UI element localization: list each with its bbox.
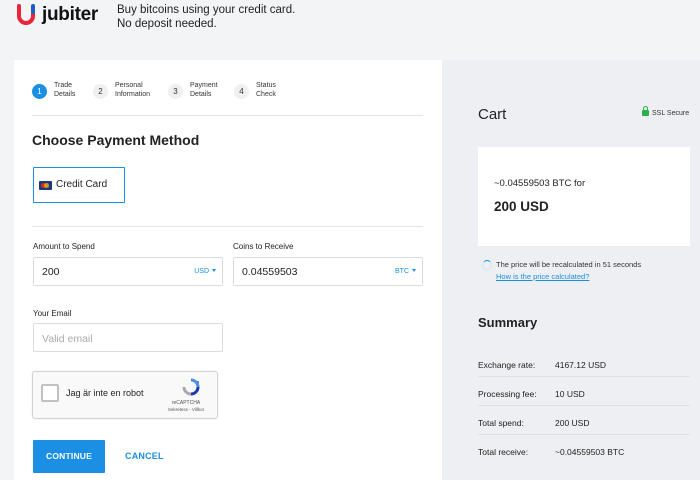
- step-indicator: 1 Trade Details 2 Personal Information 3…: [32, 82, 432, 112]
- tagline: Buy bitcoins using your credit card. No …: [117, 3, 295, 31]
- recaptcha-brand: reCAPTCHA: [171, 400, 201, 406]
- step-number: 4: [234, 84, 249, 99]
- ssl-label: SSL Secure: [652, 110, 690, 117]
- coins-value: 0.04559503: [242, 266, 298, 278]
- tagline-line-2: No deposit needed.: [117, 18, 217, 30]
- summary-value: ~0.04559503 BTC: [555, 447, 625, 457]
- recaptcha-widget: Jag är inte en robot reCAPTCHA Sekretess…: [32, 371, 218, 419]
- cart-panel: Cart SSL Secure ~0.04559503 BTC for 200 …: [442, 60, 700, 480]
- divider: [478, 405, 690, 406]
- divider: [32, 226, 423, 227]
- header: jubiter Buy bitcoins using your credit c…: [0, 0, 700, 58]
- summary-key: Processing fee:: [478, 389, 537, 399]
- step-label: Status Check: [256, 82, 276, 98]
- summary-row: Exchange rate: 4167.12 USD: [478, 350, 690, 378]
- step-label: Personal Information: [115, 82, 151, 98]
- email-placeholder: Valid email: [42, 333, 93, 345]
- amount-label: Amount to Spend: [33, 242, 95, 251]
- summary-value: 4167.12 USD: [555, 360, 607, 370]
- recaptcha-links[interactable]: Sekretess - Villkor: [161, 407, 211, 412]
- amount-currency: USD: [194, 268, 209, 275]
- chevron-down-icon: [212, 269, 216, 272]
- continue-button[interactable]: CONTINUE: [33, 440, 105, 473]
- amount-value: 200: [42, 266, 60, 278]
- logo-text[interactable]: jubiter: [42, 4, 98, 26]
- summary-key: Exchange rate:: [478, 360, 536, 370]
- price-calculation-link[interactable]: How is the price calculated?: [496, 272, 589, 281]
- checkout-card: 1 Trade Details 2 Personal Information 3…: [14, 60, 442, 480]
- summary-title: Summary: [478, 315, 538, 330]
- coins-currency-select[interactable]: BTC: [395, 268, 416, 275]
- divider: [478, 434, 690, 435]
- ssl-badge: SSL Secure: [642, 106, 690, 117]
- chevron-down-icon: [412, 269, 416, 272]
- jubiter-logo-icon[interactable]: [16, 4, 36, 26]
- summary-row: Processing fee: 10 USD: [478, 379, 690, 407]
- coins-input[interactable]: 0.04559503 BTC: [233, 257, 423, 286]
- email-label: Your Email: [33, 309, 72, 318]
- divider: [32, 115, 423, 116]
- summary-row: Total receive: ~0.04559503 BTC: [478, 437, 690, 465]
- divider: [478, 376, 690, 377]
- recalc-text: The price will be recalculated in 51 sec…: [496, 260, 642, 269]
- tagline-line-1: Buy bitcoins using your credit card.: [117, 4, 296, 16]
- quote-btc: ~0.04559503 BTC for: [494, 178, 586, 189]
- credit-card-icon: [39, 181, 52, 190]
- summary-row: Total spend: 200 USD: [478, 408, 690, 436]
- lock-icon: [642, 106, 649, 116]
- step-number: 3: [168, 84, 183, 99]
- quote-usd: 200 USD: [494, 199, 549, 214]
- summary-key: Total spend:: [478, 418, 524, 428]
- recaptcha-checkbox[interactable]: [41, 384, 59, 402]
- amount-currency-select[interactable]: USD: [194, 268, 216, 275]
- coins-label: Coins to Receive: [233, 242, 294, 251]
- email-field[interactable]: Valid email: [33, 323, 223, 352]
- summary-value: 10 USD: [555, 389, 585, 399]
- cart-title: Cart: [478, 106, 507, 123]
- summary-value: 200 USD: [555, 418, 590, 428]
- payment-method-label: Credit Card: [56, 179, 108, 190]
- summary-key: Total receive:: [478, 447, 529, 457]
- timer-spinner-icon: [482, 260, 492, 270]
- step-number: 2: [93, 84, 108, 99]
- cancel-button[interactable]: CANCEL: [125, 451, 164, 461]
- payment-method-title: Choose Payment Method: [32, 132, 200, 148]
- recaptcha-label: Jag är inte en robot: [66, 388, 144, 398]
- recaptcha-logo-icon: [182, 378, 200, 396]
- amount-input[interactable]: 200 USD: [33, 257, 223, 286]
- step-number: 1: [32, 84, 47, 99]
- payment-method-credit-card[interactable]: Credit Card: [33, 167, 125, 203]
- coins-currency: BTC: [395, 268, 409, 275]
- quote-box: ~0.04559503 BTC for 200 USD: [478, 147, 690, 246]
